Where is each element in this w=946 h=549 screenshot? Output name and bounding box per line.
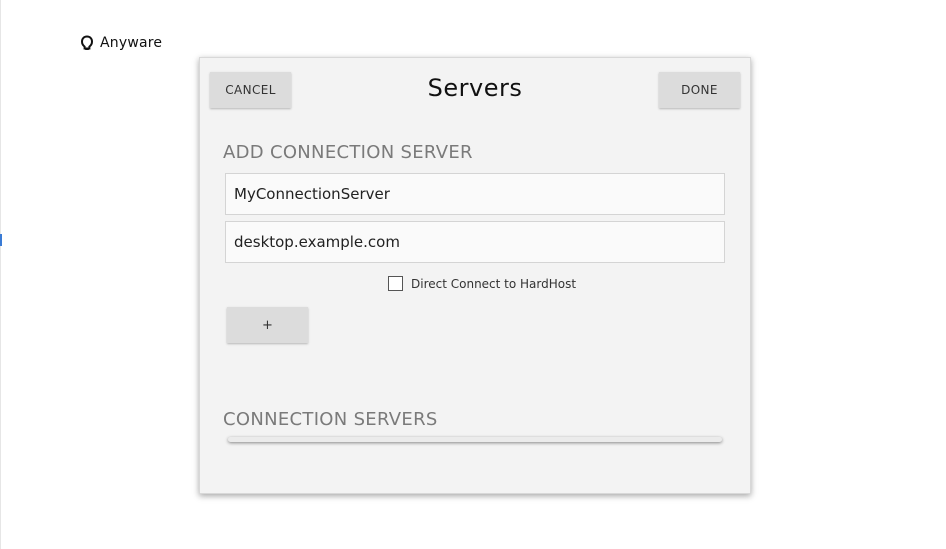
left-edge-accent [0, 234, 2, 246]
servers-dialog: CANCEL Servers DONE ADD CONNECTION SERVE… [199, 57, 751, 494]
anyware-logo-icon [80, 35, 94, 51]
done-button[interactable]: DONE [659, 72, 740, 108]
server-name-field[interactable] [225, 173, 725, 215]
connection-servers-heading: CONNECTION SERVERS [223, 409, 438, 430]
brand: Anyware [80, 35, 162, 51]
add-connection-server-heading: ADD CONNECTION SERVER [223, 142, 473, 163]
add-server-button[interactable]: + [227, 307, 308, 343]
connection-servers-list [228, 437, 722, 442]
direct-connect-row[interactable]: Direct Connect to HardHost [388, 276, 576, 291]
direct-connect-checkbox[interactable] [388, 276, 403, 291]
direct-connect-label: Direct Connect to HardHost [411, 276, 577, 291]
window-left-edge [0, 0, 1, 549]
brand-name: Anyware [100, 35, 163, 51]
server-host-field[interactable] [225, 221, 725, 263]
